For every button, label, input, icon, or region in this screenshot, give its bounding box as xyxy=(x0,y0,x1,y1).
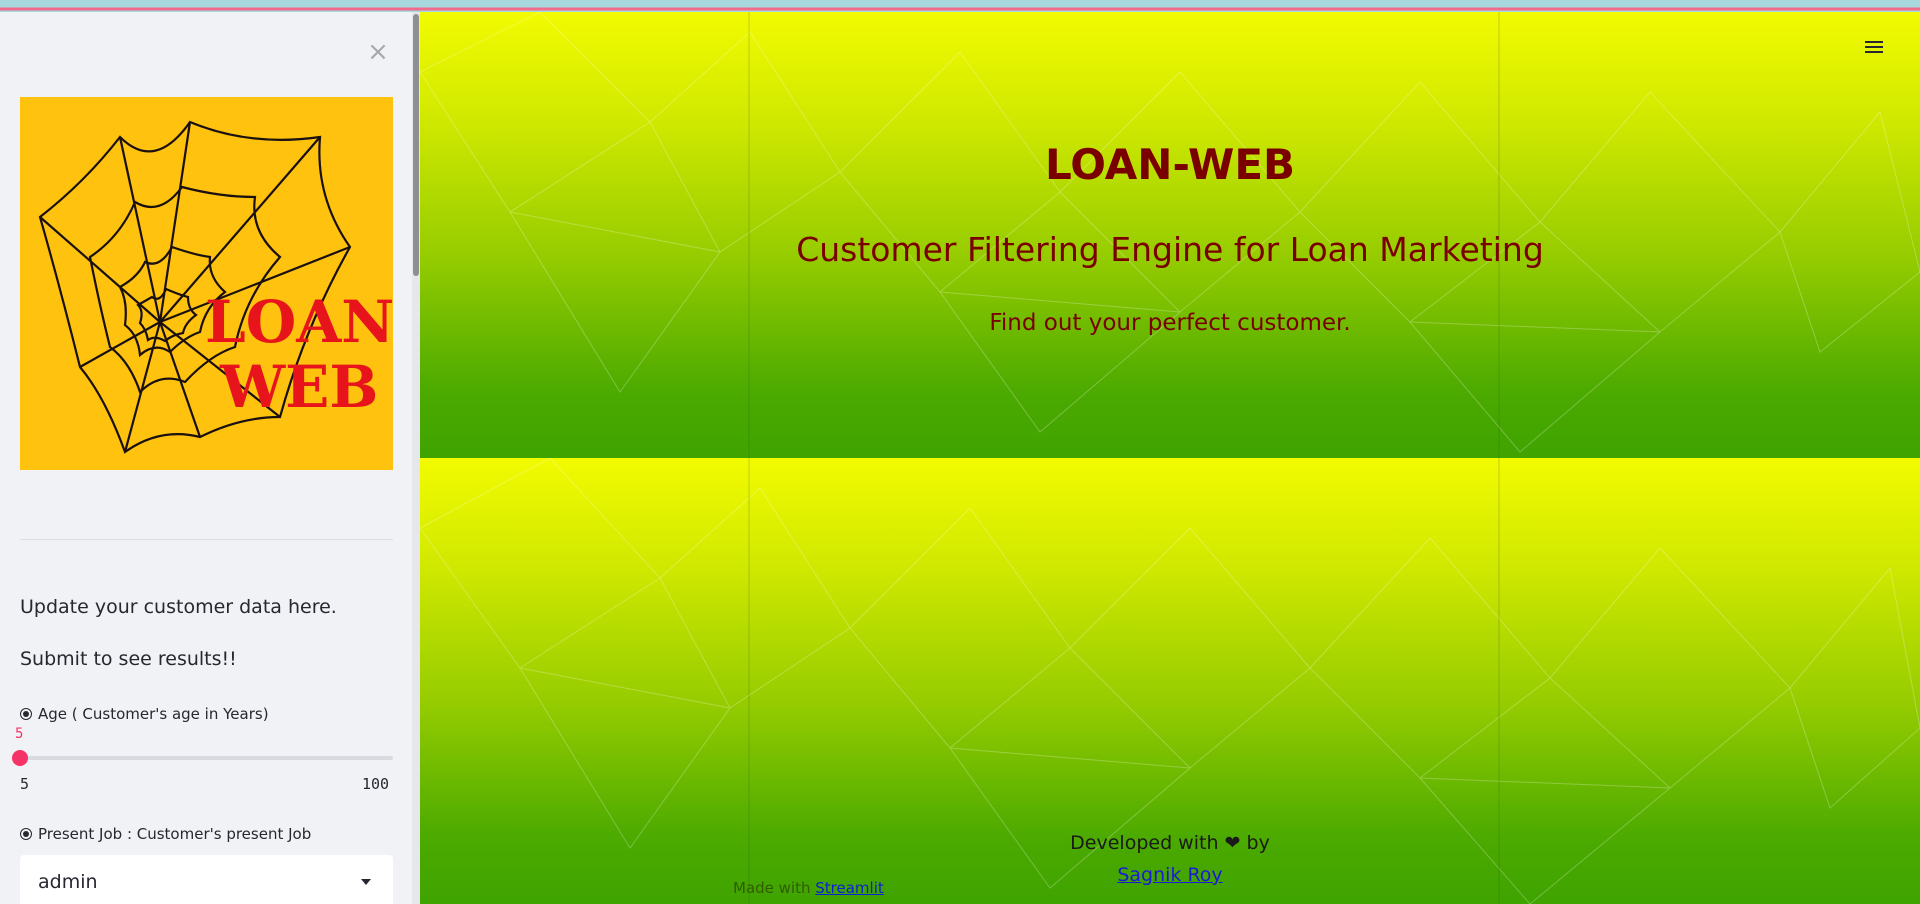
footer-prefix: Developed with xyxy=(1070,832,1219,854)
streamlit-link[interactable]: Streamlit xyxy=(815,879,884,897)
browser-top-strip xyxy=(0,0,1920,12)
radio-icon xyxy=(20,708,32,720)
made-with-prefix: Made with xyxy=(733,879,811,897)
logo-text-loan: LOAN xyxy=(205,288,393,356)
intro-text: Update your customer data here. xyxy=(20,596,337,618)
age-label: Age ( Customer's age in Years) xyxy=(20,705,269,723)
header-banner: LOAN-WEB Customer Filtering Engine for L… xyxy=(420,12,1920,458)
sidebar: × LOAN WEB Update your customer data her… xyxy=(0,12,412,904)
footer-suffix: by xyxy=(1246,832,1270,854)
made-with-streamlit: Made with Streamlit xyxy=(733,879,884,897)
job-select-value: admin xyxy=(38,871,98,893)
loan-web-logo: LOAN WEB xyxy=(20,97,394,470)
age-slider-track[interactable] xyxy=(20,756,393,760)
age-slider-thumb[interactable] xyxy=(12,750,28,766)
job-label-text: Present Job : Customer's present Job xyxy=(38,825,312,843)
submit-hint-text: Submit to see results!! xyxy=(20,648,237,670)
hamburger-menu-icon[interactable] xyxy=(1865,38,1885,56)
heart-icon: ❤ xyxy=(1224,832,1241,854)
age-label-text: Age ( Customer's age in Years) xyxy=(38,705,269,723)
logo-text-web: WEB xyxy=(219,353,378,421)
age-slider-max: 100 xyxy=(362,775,390,793)
chevron-down-icon xyxy=(361,879,371,885)
author-link[interactable]: Sagnik Roy xyxy=(420,864,1920,886)
age-slider-value: 5 xyxy=(15,726,24,742)
main-content: LOAN-WEB Customer Filtering Engine for L… xyxy=(420,12,1920,904)
footer-developed-with: Developed with ❤ by xyxy=(420,832,1920,854)
close-icon: × xyxy=(367,37,389,67)
job-select[interactable]: admin xyxy=(20,855,393,904)
page-tagline: Find out your perfect customer. xyxy=(989,310,1351,336)
age-slider-min: 5 xyxy=(20,775,30,793)
spider-web-logo-image: LOAN WEB xyxy=(38,120,394,454)
sidebar-scrollbar-thumb[interactable] xyxy=(413,14,419,276)
job-label: Present Job : Customer's present Job xyxy=(20,825,311,843)
page-subtitle: Customer Filtering Engine for Loan Marke… xyxy=(796,230,1544,269)
sidebar-divider xyxy=(20,539,393,540)
close-sidebar-button[interactable]: × xyxy=(366,37,390,67)
radio-icon xyxy=(20,828,32,840)
page-title: LOAN-WEB xyxy=(1044,140,1296,189)
